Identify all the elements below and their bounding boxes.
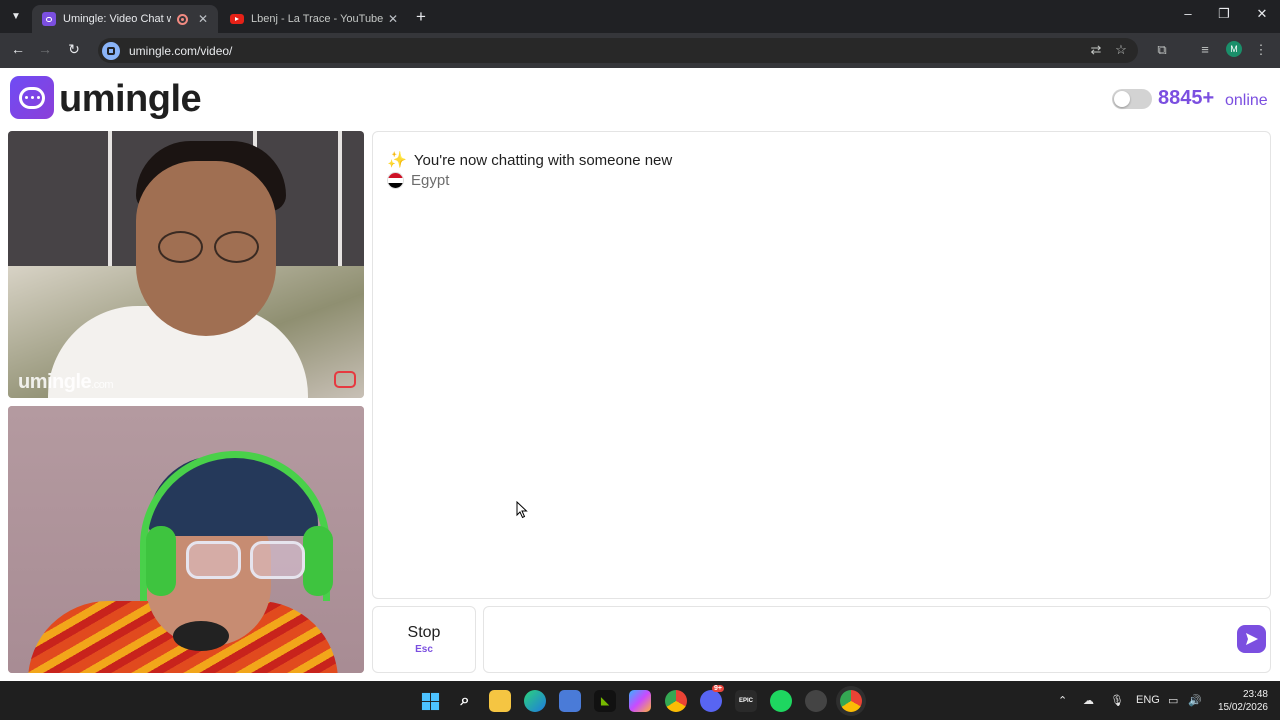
windows-taskbar: ⌕ ◣ 9+ EPIC ⌃ ☁ 🎙 ENG ▭ 🔊	[0, 681, 1280, 720]
system-message: ✨ You're now chatting with someone new	[387, 150, 672, 170]
browser-tab-bar: ▼ Umingle: Video Chat with Str ✕ Lbenj -…	[0, 0, 1280, 33]
back-arrow-icon[interactable]: ←	[9, 41, 27, 57]
extensions-icon[interactable]: ⧉	[1153, 42, 1171, 58]
site-info-icon[interactable]	[102, 41, 120, 60]
browser-toolbar: ← → ↻ umingle.com/video/ ⇄ ☆ ⧉ ≡ ⋮	[0, 33, 1280, 68]
obs-icon[interactable]	[805, 690, 827, 712]
chrome-icon[interactable]	[665, 690, 687, 712]
send-button[interactable]	[1237, 625, 1266, 653]
minimize-icon[interactable]: –	[1178, 6, 1198, 21]
sparkles-icon: ✨	[387, 152, 407, 169]
search-icon[interactable]: ⌕	[454, 690, 476, 712]
microsoft-store-icon[interactable]	[559, 690, 581, 712]
file-explorer-icon[interactable]	[489, 690, 511, 712]
copilot-icon[interactable]	[629, 690, 651, 712]
address-bar[interactable]: umingle.com/video/	[98, 38, 1138, 63]
close-tab-icon[interactable]: ✕	[198, 12, 208, 26]
egypt-flag-icon	[387, 172, 404, 189]
clock-date: 15/02/2026	[1217, 702, 1268, 713]
tab-title: Lbenj - La Trace - YouTube	[251, 13, 384, 25]
recording-indicator-icon	[176, 13, 188, 25]
translate-icon[interactable]: ⇄	[1087, 42, 1105, 58]
profile-avatar[interactable]: M	[1226, 41, 1242, 57]
country-name: Egypt	[411, 172, 450, 189]
discord-badge: 9+	[712, 685, 724, 692]
stranger-country: Egypt	[387, 172, 449, 189]
maximize-icon[interactable]: ❐	[1214, 6, 1234, 22]
new-tab-plus-icon[interactable]: +	[416, 7, 426, 27]
language-indicator[interactable]: ENG	[1136, 694, 1160, 706]
stop-button[interactable]: Stop Esc	[372, 606, 476, 673]
more-menu-icon[interactable]: ⋮	[1252, 42, 1270, 58]
clock-time: 23:48	[1242, 689, 1268, 700]
stop-button-label: Stop	[407, 624, 441, 641]
tab-title: Umingle: Video Chat with Str	[63, 13, 171, 25]
tray-overflow-chevron-icon[interactable]: ⌃	[1058, 694, 1067, 707]
spotify-icon[interactable]	[770, 690, 792, 712]
tab-youtube[interactable]: Lbenj - La Trace - YouTube ✕	[220, 5, 408, 33]
onedrive-cloud-icon[interactable]: ☁	[1083, 694, 1094, 707]
theme-toggle-switch[interactable]	[1112, 89, 1152, 109]
volume-icon[interactable]: 🔊	[1188, 694, 1202, 707]
reload-icon[interactable]: ↻	[65, 41, 83, 58]
system-message-text: You're now chatting with someone new	[413, 151, 673, 169]
close-tab-icon[interactable]: ✕	[388, 12, 398, 26]
self-video-feed	[8, 406, 364, 673]
umingle-logo-icon[interactable]	[10, 76, 54, 119]
bookmark-star-icon[interactable]: ☆	[1112, 42, 1130, 58]
online-count: 8845+	[1158, 87, 1215, 109]
stop-shortcut-hint: Esc	[415, 644, 433, 655]
stranger-video-feed: umingle.com	[8, 131, 364, 398]
umingle-watermark-icon	[334, 371, 356, 388]
url-text: umingle.com/video/	[129, 43, 233, 58]
chat-panel: ✨ You're now chatting with someone new E…	[372, 131, 1271, 599]
microphone-icon[interactable]: 🎙	[1110, 694, 1124, 707]
close-window-icon[interactable]: ✕	[1252, 6, 1272, 22]
media-controls-icon[interactable]: ≡	[1196, 42, 1214, 57]
nvidia-icon[interactable]: ◣	[594, 690, 616, 712]
umingle-watermark: umingle.com	[18, 371, 114, 393]
send-arrow-icon	[1245, 633, 1258, 645]
mouse-cursor-icon	[516, 501, 528, 519]
forward-arrow-icon[interactable]: →	[36, 41, 54, 57]
network-icon[interactable]: ▭	[1168, 694, 1178, 707]
system-clock[interactable]: 23:48 15/02/2026	[1212, 688, 1268, 714]
umingle-favicon-icon	[42, 12, 56, 26]
message-box	[483, 606, 1271, 673]
brand-name[interactable]: umingle	[59, 76, 202, 122]
tab-search-chevron-icon[interactable]: ▼	[6, 6, 26, 26]
discord-icon[interactable]: 9+	[700, 685, 724, 712]
epic-games-icon[interactable]: EPIC	[735, 690, 757, 712]
online-label: online	[1225, 92, 1268, 109]
message-input[interactable]	[492, 615, 1232, 665]
windows-start-icon[interactable]	[419, 690, 441, 712]
edge-browser-icon[interactable]	[524, 690, 546, 712]
chrome-active-icon[interactable]	[840, 690, 862, 712]
youtube-favicon-icon	[230, 14, 244, 24]
tab-umingle[interactable]: Umingle: Video Chat with Str ✕	[32, 5, 218, 33]
